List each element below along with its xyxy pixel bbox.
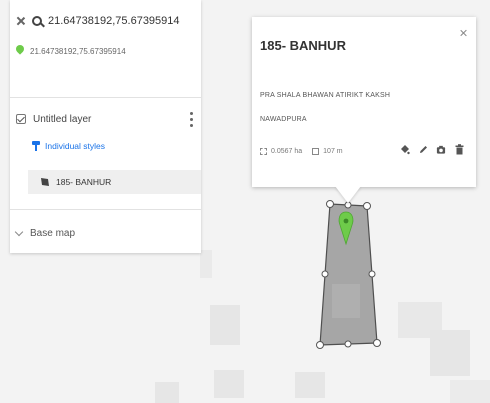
layer-visibility-checkbox[interactable] <box>16 114 26 124</box>
search-row: 21.64738192,75.67395914 <box>16 12 197 30</box>
feature-list-item[interactable]: 185- BANHUR <box>28 170 201 194</box>
popup-title: 185- BANHUR <box>260 38 346 53</box>
camera-icon[interactable] <box>436 143 446 155</box>
layers-panel: 21.64738192,75.67395914 21.64738192,75.6… <box>10 0 201 253</box>
vertex-handle[interactable] <box>373 339 381 347</box>
basemap-label: Base map <box>30 227 76 239</box>
perimeter-value: 107 m <box>323 148 343 155</box>
area-value: 0.0567 ha <box>271 148 303 155</box>
popup-measurements: 0.0567 ha 107 m <box>260 148 343 155</box>
close-icon[interactable] <box>459 29 467 37</box>
pencil-icon[interactable] <box>418 143 428 155</box>
vertex-handle[interactable] <box>316 341 324 349</box>
popup-description-line: NAWADPURA <box>260 116 307 123</box>
trash-icon[interactable] <box>454 143 464 155</box>
layer-header: Untitled layer <box>16 110 193 128</box>
popup-description: PRA SHALA BHAWAN ATIRIKT KAKSH NAWADPURA <box>260 84 450 132</box>
map-building <box>214 370 244 398</box>
perimeter-icon <box>312 148 320 155</box>
map-building <box>200 250 212 278</box>
basemap-toggle[interactable]: Base map <box>14 225 193 241</box>
midpoint-handle[interactable] <box>321 270 329 278</box>
map-building <box>210 305 240 345</box>
kebab-menu-icon[interactable] <box>189 110 193 128</box>
divider <box>10 97 201 98</box>
divider <box>10 209 201 210</box>
layer-title[interactable]: Untitled layer <box>33 114 91 125</box>
close-icon[interactable] <box>16 16 26 26</box>
midpoint-handle[interactable] <box>368 270 376 278</box>
search-query[interactable]: 21.64738192,75.67395914 <box>48 15 180 27</box>
vertex-handle[interactable] <box>326 200 334 208</box>
map-window: 21.64738192,75.67395914 21.64738192,75.6… <box>0 0 490 403</box>
location-pin-icon <box>16 45 24 57</box>
paint-bucket-icon[interactable] <box>400 143 410 155</box>
paint-roller-icon <box>32 141 40 151</box>
individual-styles-link[interactable]: Individual styles <box>32 139 193 153</box>
feature-label: 185- BANHUR <box>56 177 112 187</box>
popup-pointer <box>335 186 361 203</box>
search-icon[interactable] <box>32 16 42 26</box>
area-icon <box>260 148 267 155</box>
map-building <box>295 372 325 398</box>
map-building <box>155 382 179 403</box>
search-result-text: 21.64738192,75.67395914 <box>30 46 126 56</box>
feature-info-popup: 185- BANHUR PRA SHALA BHAWAN ATIRIKT KAK… <box>252 17 476 187</box>
parcel-inner-shade <box>332 284 360 318</box>
vertex-handle[interactable] <box>363 202 371 210</box>
popup-actions <box>400 143 464 155</box>
map-building <box>450 380 490 403</box>
chevron-down-icon <box>14 227 24 236</box>
midpoint-handle[interactable] <box>344 340 352 348</box>
styles-link-label: Individual styles <box>45 141 106 151</box>
search-result[interactable]: 21.64738192,75.67395914 <box>16 44 197 58</box>
popup-description-line: PRA SHALA BHAWAN ATIRIKT KAKSH <box>260 92 391 99</box>
polygon-icon <box>41 178 49 186</box>
map-building <box>430 330 470 376</box>
